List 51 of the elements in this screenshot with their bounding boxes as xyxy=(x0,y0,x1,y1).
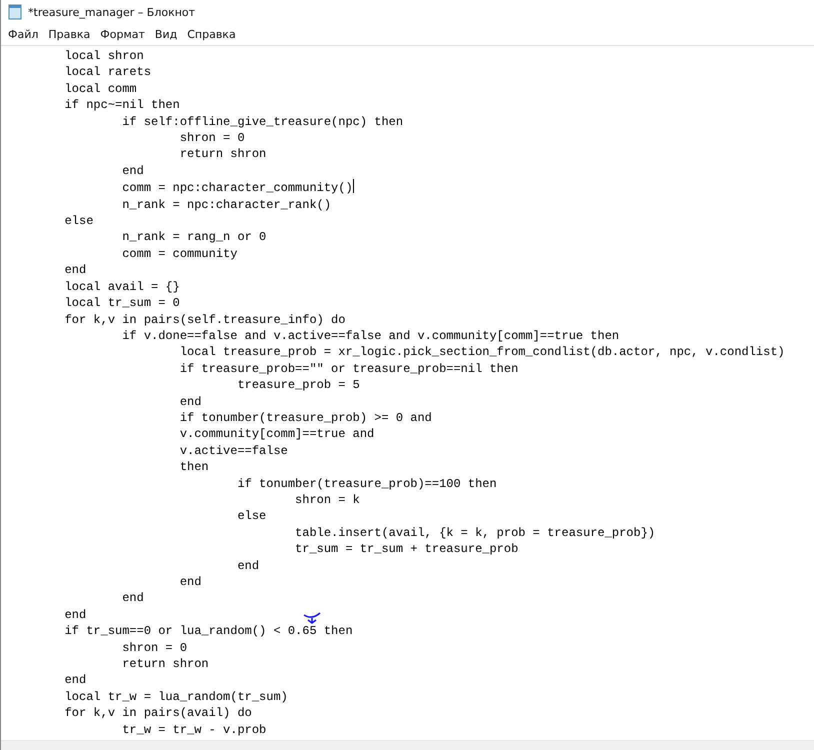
horizontal-scrollbar[interactable] xyxy=(1,740,814,750)
code-line: n_rank = npc:character_rank() xyxy=(121,196,332,214)
code-line: tr_sum = tr_sum + treasure_prob xyxy=(294,541,518,558)
code-line: tr_w = tr_w - v.prob xyxy=(121,722,266,738)
code-line: local tr_sum = 0 xyxy=(64,295,180,312)
code-line: else xyxy=(64,213,94,230)
code-line: return shron xyxy=(121,656,209,672)
menu-item[interactable]: Формат xyxy=(95,26,150,43)
code-line: if v.done==false and v.active==false and v.community[comm]==true then xyxy=(121,328,620,344)
code-line: end xyxy=(121,590,144,607)
code-line: end xyxy=(64,672,86,689)
menu-item[interactable]: Вид xyxy=(150,26,182,43)
code-line: local shron xyxy=(64,48,144,64)
code-line: for k,v in pairs(self.treasure_info) do xyxy=(64,312,346,328)
code-line: v.active==false xyxy=(178,442,288,460)
code-line: if tonumber(treasure_prob)==100 then xyxy=(236,476,497,492)
code-line: comm = community xyxy=(121,246,238,262)
code-line: else xyxy=(236,508,266,525)
code-line: n_rank = rang_n or 0 xyxy=(121,229,266,246)
code-line: local tr_w = lua_random(tr_sum) xyxy=(64,688,288,706)
code-line: table.insert(avail, {k = k, prob = treasure_prob}) xyxy=(294,524,656,542)
arrow-mark-icon xyxy=(303,612,321,624)
code-line: end xyxy=(178,574,202,590)
code-line: if tr_sum==0 or lua_random() < 0.65 then xyxy=(64,623,353,640)
code-line: local treasure_prob = xr_logic.pick_section_from_condlist(db.actor, npc, v.condlist) xyxy=(178,344,785,361)
code-line: local avail = {} xyxy=(64,278,180,296)
code-line: return shron xyxy=(178,146,266,163)
code-line: end xyxy=(121,162,144,180)
code-line: shron = 0 xyxy=(121,640,188,656)
code-line: v.community[comm]==true and xyxy=(178,426,374,443)
menu-item[interactable]: Файл xyxy=(3,26,44,43)
notepad-icon xyxy=(8,4,22,20)
code-line: end xyxy=(64,606,86,624)
window-title: *treasure_manager – Блокнот xyxy=(28,6,196,18)
code-line: end xyxy=(178,394,202,410)
code-line: if npc~=nil then xyxy=(64,97,180,114)
code-line: end xyxy=(64,262,86,279)
code-line: local rarets xyxy=(64,64,152,81)
code-line: for k,v in pairs(avail) do xyxy=(64,705,252,722)
menu-item[interactable]: Справка xyxy=(182,26,241,43)
code-line: local comm xyxy=(64,80,137,98)
code-line: then xyxy=(178,459,209,476)
code-line: shron = k xyxy=(294,492,360,508)
code-line: shron = 0 xyxy=(178,130,245,146)
code-line: comm = npc:character_community() xyxy=(121,179,354,197)
code-line: if self:offline_give_treasure(npc) then xyxy=(121,114,404,130)
code-line: treasure_prob = 5 xyxy=(236,377,360,394)
code-line: if tonumber(treasure_prob) >= 0 and xyxy=(178,410,432,426)
menu-item[interactable]: Правка xyxy=(43,26,96,43)
code-line: end xyxy=(236,558,260,574)
code-line: if treasure_prob=="" or treasure_prob==nil then xyxy=(178,360,518,378)
